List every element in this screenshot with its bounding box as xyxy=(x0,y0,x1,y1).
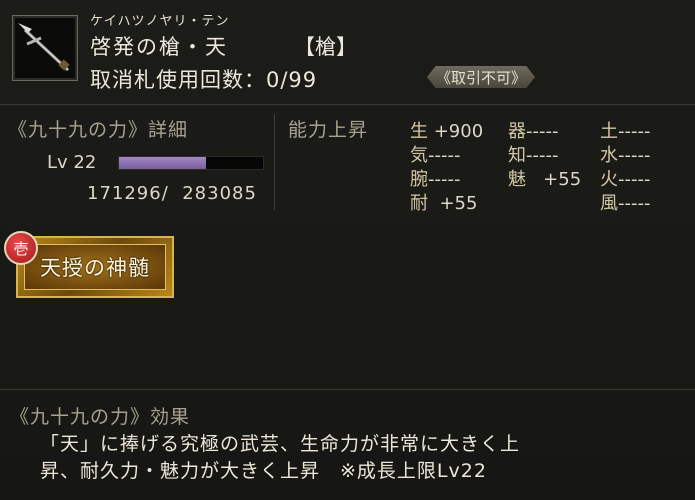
cancel-tag-count: 取消札使用回数：0/99 xyxy=(90,68,318,92)
item-detail-panel: ケイハツノヤリ・テン 啓発の槍・天 【槍】 取消札使用回数：0/99 《取引不可… xyxy=(0,0,695,500)
stat-key: 生 xyxy=(410,121,428,142)
stat-key: 風 xyxy=(600,193,618,214)
stat-endurance: 耐 +55 xyxy=(410,189,477,215)
effect-text-line-1: 「天」に捧げる究極の武芸、生命力が非常に大きく上 xyxy=(40,433,521,455)
stat-key: 気 xyxy=(410,145,428,166)
skill-label: 天授の神髄 xyxy=(40,256,150,280)
stat-value: +55 xyxy=(526,169,582,190)
stat-fire: 火----- xyxy=(600,165,650,191)
stat-strength: 腕----- xyxy=(410,165,460,191)
divider xyxy=(0,104,695,105)
spear-icon xyxy=(18,23,70,72)
stat-value: ----- xyxy=(618,193,651,214)
stat-value: ----- xyxy=(428,145,461,166)
stat-dexterity: 器----- xyxy=(508,117,558,143)
effect-section-title: 《九十九の力》効果 xyxy=(10,406,191,428)
growth-section-title: 《九十九の力》詳細 xyxy=(8,119,189,141)
skill-rank-badge: 壱 xyxy=(4,231,38,265)
stat-value: +900 xyxy=(428,121,484,142)
stat-bonus-title: 能力上昇 xyxy=(288,119,369,141)
stat-charm: 魅 +55 xyxy=(508,165,581,191)
stat-key: 火 xyxy=(600,169,618,190)
item-ruby: ケイハツノヤリ・テン xyxy=(90,14,230,29)
item-name: 啓発の槍・天 xyxy=(90,35,228,59)
stat-value: ----- xyxy=(428,169,461,190)
stat-key: 腕 xyxy=(410,169,428,190)
stat-spirit: 気----- xyxy=(410,141,460,167)
stat-key: 知 xyxy=(508,145,526,166)
stat-key: 耐 xyxy=(410,193,428,214)
stat-key: 魅 xyxy=(508,169,526,190)
stat-value: ----- xyxy=(618,121,651,142)
effect-text-line-2: 昇、耐久力・魅力が大きく上昇 ※成長上限Lv22 xyxy=(40,460,487,482)
stat-water: 水----- xyxy=(600,141,650,167)
item-icon-box xyxy=(12,15,78,81)
stat-earth: 土----- xyxy=(600,117,650,143)
level-label: Lv 22 xyxy=(47,152,97,173)
stat-value: ----- xyxy=(526,145,559,166)
exp-value: 171296/ 283085 xyxy=(87,183,257,204)
stat-value: +55 xyxy=(428,193,478,214)
stat-value: ----- xyxy=(618,145,651,166)
weapon-type: 【槍】 xyxy=(294,35,357,59)
divider xyxy=(0,389,695,390)
stat-life: 生 +900 xyxy=(410,117,483,143)
exp-bar-fill xyxy=(119,157,207,169)
skill-button[interactable]: 天授の神髄 xyxy=(16,236,174,298)
stat-value: ----- xyxy=(526,121,559,142)
stat-value: ----- xyxy=(618,169,651,190)
stat-intellect: 知----- xyxy=(508,141,558,167)
stat-key: 器 xyxy=(508,121,526,142)
stat-key: 土 xyxy=(600,121,618,142)
untradeable-badge: 《取引不可》 xyxy=(427,66,535,88)
stat-key: 水 xyxy=(600,145,618,166)
stat-wind: 風----- xyxy=(600,189,650,215)
skill-plate: 天授の神髄 xyxy=(24,244,166,290)
exp-bar xyxy=(118,156,264,170)
divider-vertical xyxy=(274,114,275,210)
